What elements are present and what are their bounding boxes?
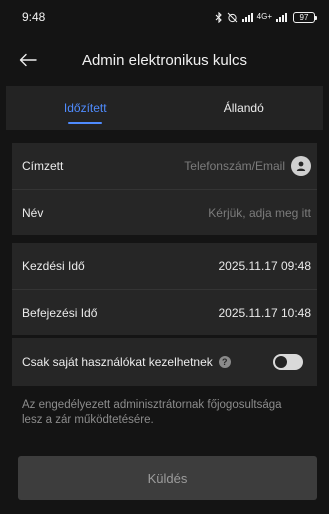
permissions-card: Csak saját használókat kezelhetnek ? xyxy=(12,338,317,386)
network-type: 4G+ xyxy=(256,12,272,21)
bluetooth-icon xyxy=(215,11,222,23)
manage-own-users-row: Csak saját használókat kezelhetnek ? xyxy=(12,338,317,386)
signal-icon-1 xyxy=(241,12,253,22)
status-bar: 9:48 4G+ 97 xyxy=(0,0,329,34)
end-time-value[interactable]: 2025.11.17 10:48 xyxy=(218,306,311,320)
start-time-label: Kezdési Idő xyxy=(22,259,85,273)
name-label: Név xyxy=(22,205,44,220)
alarm-off-icon xyxy=(227,12,238,22)
send-button[interactable]: Küldés xyxy=(18,456,317,500)
arrow-left-icon xyxy=(19,53,37,67)
manage-own-users-label: Csak saját használókat kezelhetnek xyxy=(22,355,213,369)
recipient-row: Címzett Telefonszám/Email xyxy=(12,143,317,189)
start-time-value[interactable]: 2025.11.17 09:48 xyxy=(218,259,311,273)
recipient-label: Címzett xyxy=(22,159,64,173)
end-time-label: Befejezési Idő xyxy=(22,305,98,320)
status-icons: 4G+ 97 xyxy=(215,11,317,23)
admin-note: Az engedélyezett adminisztrátornak főjog… xyxy=(22,399,282,426)
tab-bar: Időzített Állandó xyxy=(6,86,323,130)
back-button[interactable] xyxy=(16,48,40,72)
signal-icon-2 xyxy=(276,12,287,22)
start-time-row[interactable]: Kezdési Idő 2025.11.17 09:48 xyxy=(12,243,317,289)
time-card: Kezdési Idő 2025.11.17 09:48 Befejezési … xyxy=(12,243,317,335)
manage-own-users-group: Csak saját használókat kezelhetnek ? xyxy=(22,355,231,369)
toggle-knob xyxy=(275,356,287,368)
contact-icon[interactable] xyxy=(291,156,311,176)
tab-permanent[interactable]: Állandó xyxy=(165,86,324,130)
help-icon[interactable]: ? xyxy=(218,356,231,368)
name-input[interactable]: Kérjük, adja meg itt xyxy=(208,206,311,220)
manage-own-users-toggle[interactable] xyxy=(273,354,303,370)
recipient-card: Címzett Telefonszám/Email Név Kérjük, ad… xyxy=(12,143,317,235)
name-row: Név Kérjük, adja meg itt xyxy=(12,189,317,235)
tab-timed[interactable]: Időzített xyxy=(6,86,165,130)
recipient-field-group: Telefonszám/Email xyxy=(184,156,311,176)
battery-level: 97 xyxy=(299,12,309,22)
recipient-input[interactable]: Telefonszám/Email xyxy=(184,159,285,173)
end-time-row[interactable]: Befejezési Idő 2025.11.17 10:48 xyxy=(12,289,317,335)
page-title: Admin elektronikus kulcs xyxy=(81,51,248,69)
battery-icon: 97 xyxy=(293,11,317,23)
status-time: 9:48 xyxy=(22,10,46,24)
person-icon xyxy=(296,161,306,171)
app-header: Admin elektronikus kulcs xyxy=(0,40,329,80)
